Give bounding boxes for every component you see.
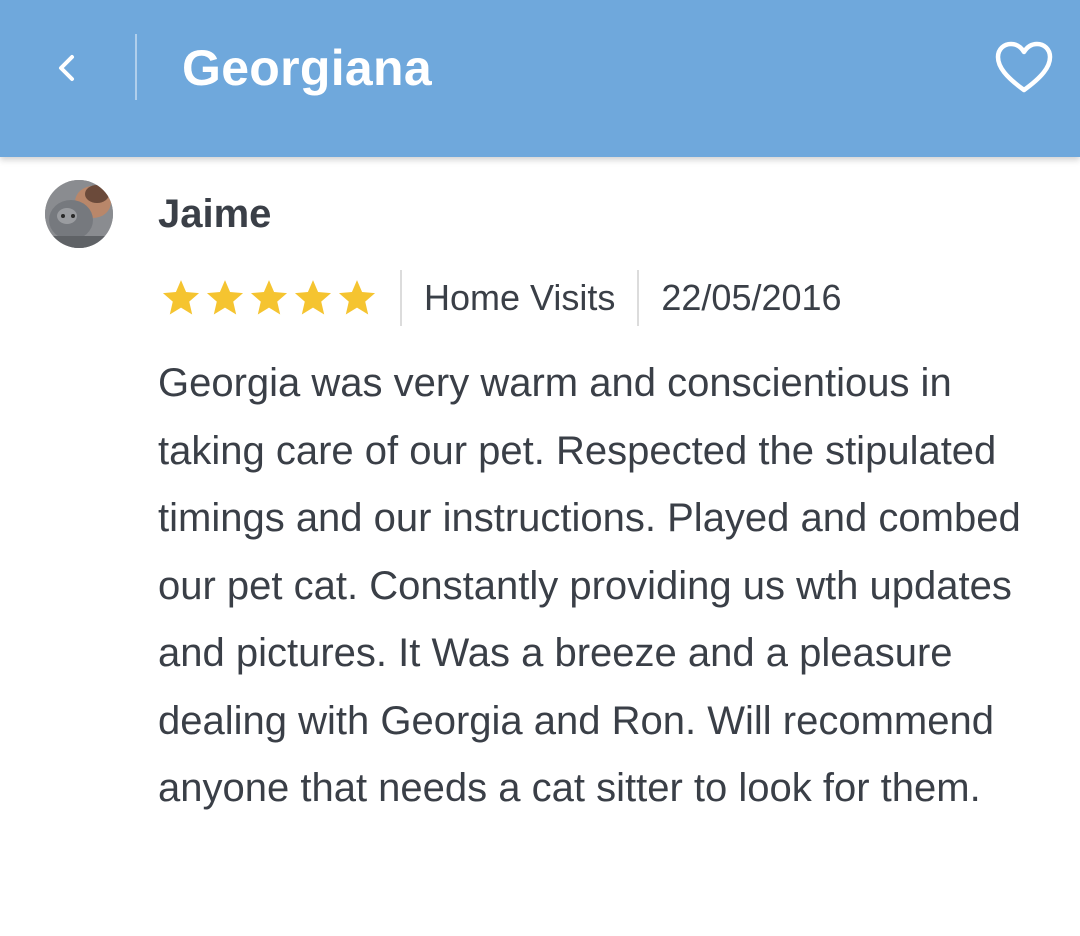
service-type: Home Visits (424, 277, 616, 318)
chevron-left-icon (59, 55, 74, 81)
meta-divider (637, 270, 640, 326)
review-screen: Georgiana Jaime Home Visits 22/05/2016 G… (0, 0, 1080, 936)
meta-divider (400, 270, 402, 326)
star-icon (250, 280, 288, 315)
avatar-image (45, 180, 113, 248)
back-button[interactable] (30, 30, 106, 106)
review-meta: Home Visits 22/05/2016 (160, 270, 842, 326)
star-icon (162, 280, 200, 315)
page-title: Georgiana (182, 40, 432, 96)
review-text: Georgia was very warm and conscientious … (158, 361, 1021, 810)
app-header: Georgiana (0, 0, 1080, 157)
star-icon (206, 280, 244, 315)
star-icon (338, 280, 376, 315)
star-rating (160, 277, 378, 319)
favorite-button[interactable] (992, 36, 1056, 100)
header-divider (135, 34, 137, 100)
heart-outline-icon (995, 41, 1053, 93)
star-icon (294, 280, 332, 315)
reviewer-avatar[interactable] (45, 180, 113, 248)
review-date: 22/05/2016 (661, 277, 842, 318)
reviewer-name: Jaime (158, 192, 272, 236)
